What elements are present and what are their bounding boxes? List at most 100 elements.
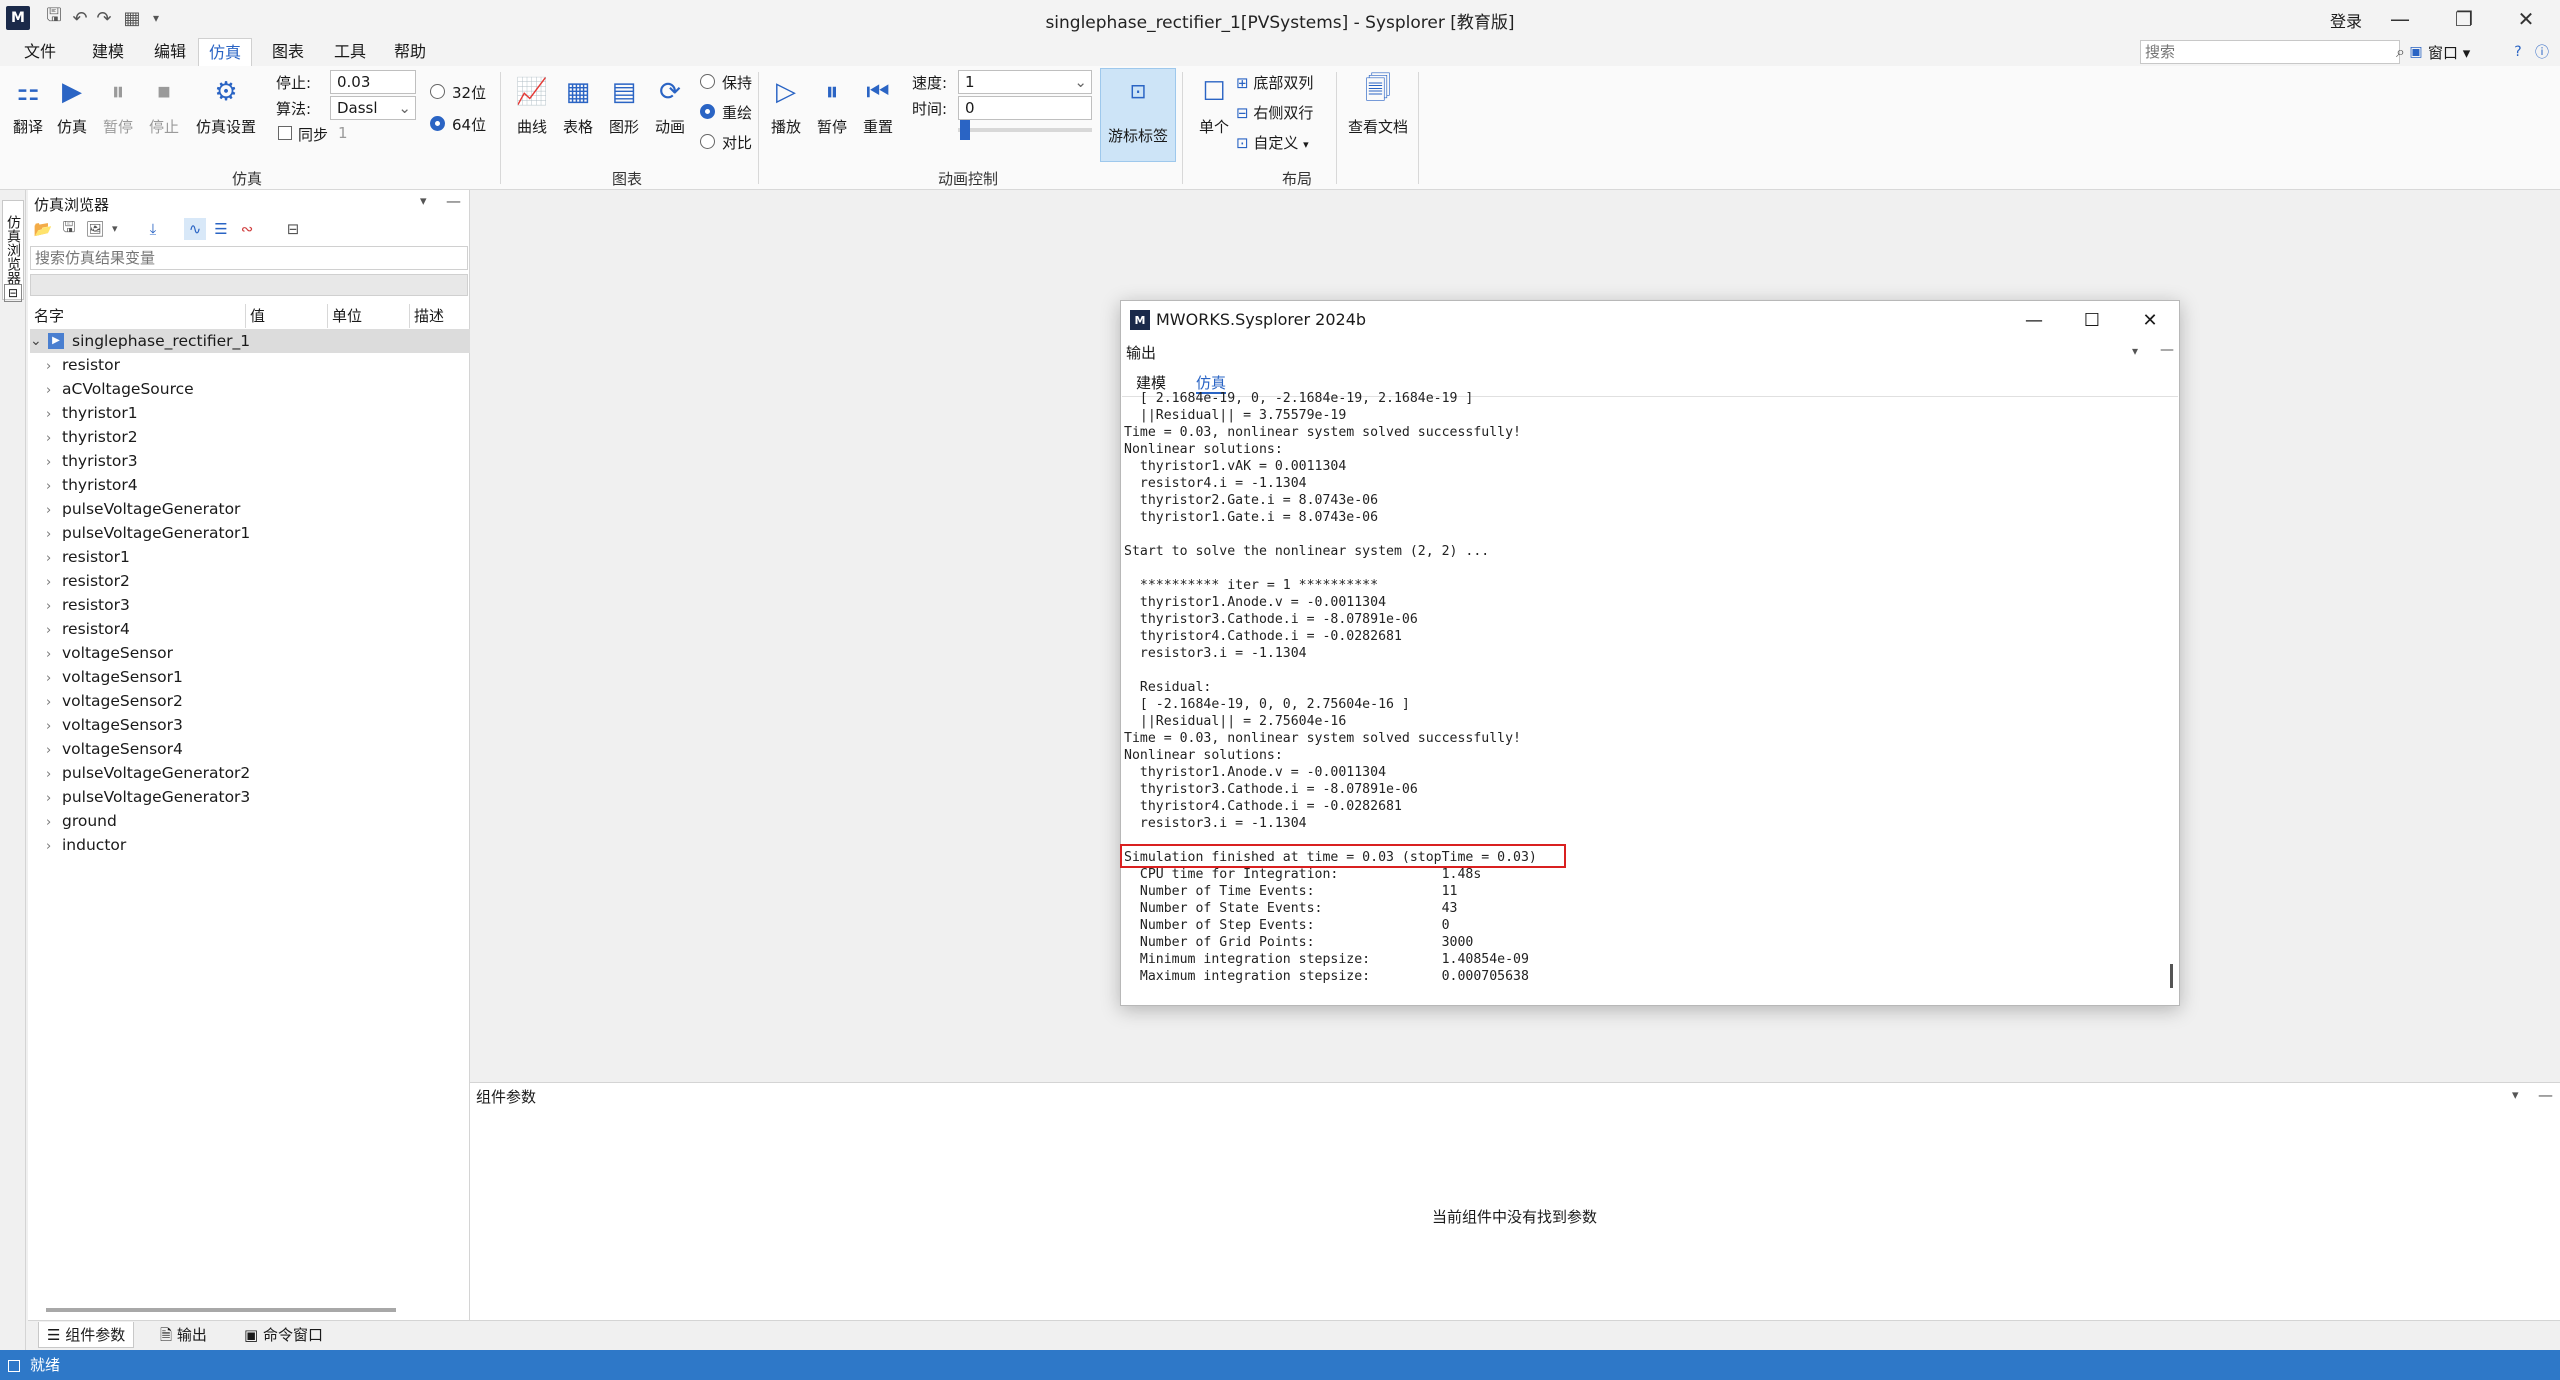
view-doc-button[interactable]: 🗐 查看文档 xyxy=(1342,74,1414,164)
expand-arrow-icon[interactable]: › xyxy=(46,355,62,379)
console-scrollbar[interactable] xyxy=(2170,964,2173,988)
animation-button[interactable]: ⟳ 动画 xyxy=(644,74,696,164)
menu-modeling[interactable]: 建模 xyxy=(82,38,134,66)
expand-arrow-icon[interactable]: › xyxy=(46,643,62,667)
close-icon[interactable]: ✕ xyxy=(2496,0,2556,38)
expand-arrow-icon[interactable]: › xyxy=(46,691,62,715)
dialog-minimize-icon[interactable]: — xyxy=(2006,304,2062,336)
expand-arrow-icon[interactable]: › xyxy=(46,475,62,499)
expand-arrow-icon[interactable]: › xyxy=(46,499,62,523)
login-link[interactable]: 登录 xyxy=(2330,8,2362,32)
tree-item[interactable]: › voltageSensor1 xyxy=(46,665,183,689)
tree-item[interactable]: › resistor2 xyxy=(46,569,130,593)
dialog-dropdown-icon[interactable]: ▾ xyxy=(2132,344,2138,358)
redraw-radio[interactable] xyxy=(700,104,715,119)
tree-item[interactable]: › pulseVoltageGenerator3 xyxy=(46,785,250,809)
play-button[interactable]: ▷ 播放 xyxy=(760,74,812,164)
table-button[interactable]: ▦ 表格 xyxy=(552,74,604,164)
tree-item[interactable]: › resistor4 xyxy=(46,617,130,641)
tree-item[interactable]: › voltageSensor3 xyxy=(46,713,183,737)
tree-item[interactable]: › pulseVoltageGenerator1 xyxy=(46,521,250,545)
reset-button[interactable]: ⏮ 重置 xyxy=(852,74,904,164)
tree-item[interactable]: › voltageSensor2 xyxy=(46,689,183,713)
single-layout-button[interactable]: ☐ 单个 xyxy=(1188,74,1240,164)
save-result-icon[interactable]: 🖫 xyxy=(58,218,80,240)
column-unit[interactable]: 单位 xyxy=(328,304,410,328)
tab-output[interactable]: 🗎 输出 xyxy=(152,1322,215,1348)
panel-dropdown-icon[interactable]: ▾ xyxy=(2512,1088,2519,1103)
open-folder-icon[interactable]: 📂 xyxy=(32,218,54,240)
tree-item[interactable]: › thyristor4 xyxy=(46,473,138,497)
tab-command-window[interactable]: ▣ 命令窗口 xyxy=(236,1322,331,1348)
expand-arrow-icon[interactable]: › xyxy=(46,811,62,835)
expand-arrow-icon[interactable]: › xyxy=(46,667,62,691)
compare-radio[interactable] xyxy=(700,134,715,149)
expand-arrow-icon[interactable]: › xyxy=(46,619,62,643)
menu-chart[interactable]: 图表 xyxy=(262,38,314,66)
tree-item[interactable]: › resistor1 xyxy=(46,545,130,569)
dialog-close-icon[interactable]: ✕ xyxy=(2122,304,2178,336)
tree-item[interactable]: › resistor3 xyxy=(46,593,130,617)
cursor-label-button[interactable]: ⊡ 游标标签 xyxy=(1100,68,1176,162)
simulate-button[interactable]: ▶ 仿真 xyxy=(46,74,98,164)
list-filter-icon[interactable]: ☰ xyxy=(210,218,232,240)
minimize-icon[interactable]: — xyxy=(2370,0,2430,38)
window-menu[interactable]: 窗口 ▾ xyxy=(2428,42,2470,63)
import-icon[interactable]: ⤓ xyxy=(142,218,164,240)
tree-item[interactable]: › voltageSensor xyxy=(46,641,173,665)
panel-dropdown-icon[interactable]: ▾ xyxy=(420,194,427,209)
menu-tools[interactable]: 工具 xyxy=(324,38,376,66)
custom-layout-button[interactable]: ⊡ 自定义 ▾ xyxy=(1236,132,1309,153)
search-input[interactable] xyxy=(2141,41,2371,63)
curve-filter-icon[interactable]: ∿ xyxy=(184,218,206,240)
menu-edit[interactable]: 编辑 xyxy=(144,38,196,66)
expand-arrow-icon[interactable]: › xyxy=(46,571,62,595)
panel-minimize-icon[interactable]: — xyxy=(446,192,461,210)
tree-item[interactable]: › aCVoltageSource xyxy=(46,377,194,401)
expand-arrow-icon[interactable]: › xyxy=(46,547,62,571)
expand-arrow-icon[interactable]: › xyxy=(46,835,62,859)
tree-item[interactable]: › thyristor3 xyxy=(46,449,138,473)
curve-button[interactable]: 📈 曲线 xyxy=(506,74,558,164)
expand-arrow-icon[interactable]: › xyxy=(46,787,62,811)
tree-item[interactable]: › thyristor2 xyxy=(46,425,138,449)
tree-item[interactable]: › ground xyxy=(46,809,117,833)
dialog-panel-minimize-icon[interactable]: — xyxy=(2160,342,2174,358)
dialog-maximize-icon[interactable]: ☐ xyxy=(2064,304,2120,336)
tree-item[interactable]: › resistor xyxy=(46,353,120,377)
window-layout-icon[interactable]: ▣ xyxy=(2406,42,2426,62)
tree-item[interactable]: › pulseVoltageGenerator xyxy=(46,497,240,521)
expand-arrow-icon[interactable]: › xyxy=(46,403,62,427)
expand-arrow-icon[interactable]: › xyxy=(46,451,62,475)
side-collapse-icon[interactable]: ⊟ xyxy=(4,284,22,302)
expand-arrow-icon[interactable]: › xyxy=(46,763,62,787)
pause-button[interactable]: ⏸ 暂停 xyxy=(92,74,144,164)
browser-search-input[interactable] xyxy=(30,246,468,270)
stop-time-input[interactable]: 0.03 xyxy=(330,70,416,94)
time-slider-handle[interactable] xyxy=(960,120,970,140)
help-icon[interactable]: ? xyxy=(2508,42,2528,62)
tree-item[interactable]: › thyristor1 xyxy=(46,401,138,425)
expand-arrow-icon[interactable]: › xyxy=(46,715,62,739)
expand-arrow-icon[interactable]: › xyxy=(46,595,62,619)
column-value[interactable]: 值 xyxy=(246,304,328,328)
column-desc[interactable]: 描述 xyxy=(410,304,468,328)
algorithm-select[interactable]: Dassl ⌄ xyxy=(330,96,416,120)
tab-component-params[interactable]: ☰ 组件参数 xyxy=(38,1322,135,1348)
sim-settings-button[interactable]: ⚙ 仿真设置 xyxy=(190,74,262,164)
time-slider-track[interactable] xyxy=(958,128,1092,132)
keep-radio[interactable] xyxy=(700,74,715,89)
shape-button[interactable]: ▤ 图形 xyxy=(598,74,650,164)
anim-pause-button[interactable]: ⏸ 暂停 xyxy=(806,74,858,164)
expand-arrow-icon[interactable]: › xyxy=(46,739,62,763)
time-input[interactable]: 0 xyxy=(958,96,1092,120)
bit32-radio[interactable] xyxy=(430,84,445,99)
sync-checkbox[interactable] xyxy=(278,126,292,140)
info-icon[interactable]: ⓘ xyxy=(2532,42,2552,62)
expand-arrow-icon[interactable]: › xyxy=(46,523,62,547)
bit64-radio[interactable] xyxy=(430,116,445,131)
menu-help[interactable]: 帮助 xyxy=(384,38,436,66)
column-name[interactable]: 名字 xyxy=(30,304,246,328)
collapse-all-icon[interactable]: ⊟ xyxy=(282,218,304,240)
expand-arrow-icon[interactable]: › xyxy=(46,379,62,403)
